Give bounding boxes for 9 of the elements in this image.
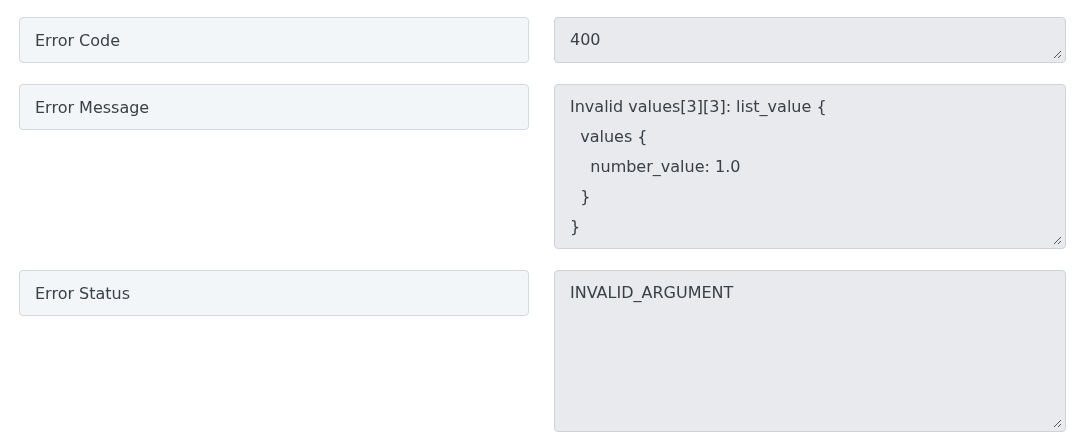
resize-grip-icon[interactable] xyxy=(1053,50,1062,59)
field-label: Error Message xyxy=(19,84,529,130)
text-area[interactable]: 400 xyxy=(554,17,1066,63)
text-area[interactable]: Invalid values[3][3]: list_value { values { number_value: 1.0 } } xyxy=(554,84,1066,249)
resize-grip-icon[interactable] xyxy=(1053,419,1062,428)
text-area[interactable]: INVALID_ARGUMENT xyxy=(554,270,1066,432)
resize-grip-icon[interactable] xyxy=(1053,236,1062,245)
field-label: Error Code xyxy=(19,17,529,63)
field-label: Error Status xyxy=(19,270,529,316)
